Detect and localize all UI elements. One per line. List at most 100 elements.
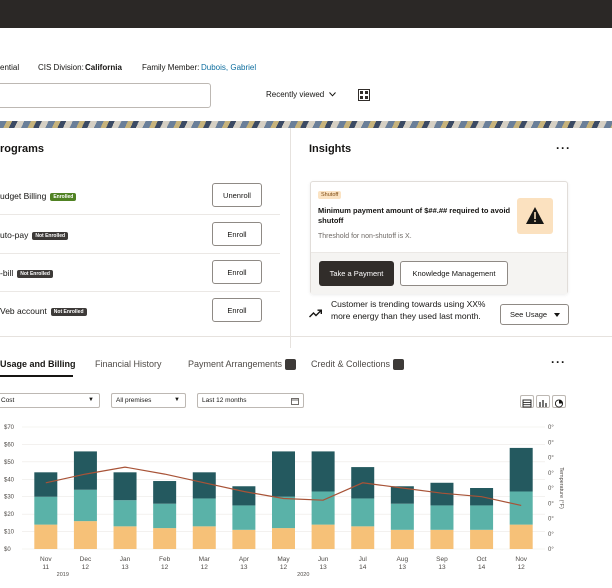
more-options-icon[interactable]: ··· xyxy=(551,355,566,369)
cis-division-value: California xyxy=(85,63,122,72)
tab-label: Payment Arrangements xyxy=(188,359,283,369)
unenroll-button[interactable]: Unenroll xyxy=(212,183,262,207)
x-tick-month: Aug xyxy=(397,556,409,563)
see-usage-label: See Usage xyxy=(510,310,548,319)
metric-select-value: Cost xyxy=(1,397,15,404)
enroll-button[interactable]: Enroll xyxy=(212,222,262,246)
x-tick-month: May xyxy=(277,556,290,563)
y2-tick-label: 0° xyxy=(548,456,554,462)
chart-bar xyxy=(192,472,216,499)
x-tick-month: Dec xyxy=(80,556,92,563)
chart-bar xyxy=(34,496,58,525)
chart-bar xyxy=(390,503,414,530)
status-badge: Enrolled xyxy=(50,192,77,201)
premises-select-value: All premises xyxy=(116,397,152,404)
insights-title: Insights xyxy=(309,143,352,155)
active-tab-indicator xyxy=(0,375,73,377)
chart-bar xyxy=(113,472,137,501)
enroll-button[interactable]: Enroll xyxy=(212,298,262,322)
trend-up-icon xyxy=(309,309,322,318)
program-name: Veb account Not Enrolled xyxy=(0,306,87,316)
x-tick-day: 12 xyxy=(82,564,90,571)
premises-select[interactable]: All premises ▼ xyxy=(111,393,186,408)
program-label: udget Billing xyxy=(0,191,47,201)
cis-division-label: CIS Division: xyxy=(38,63,84,72)
chart-bar xyxy=(73,451,97,490)
tab-usage-billing[interactable]: Usage and Billing xyxy=(0,359,76,369)
status-badge: Not Enrolled xyxy=(32,231,69,240)
chart-bar xyxy=(390,529,414,549)
chart-view-icon[interactable] xyxy=(536,395,550,408)
chart-bar xyxy=(430,529,454,549)
chart-bar xyxy=(153,528,177,549)
x-tick-day: 12 xyxy=(161,564,169,571)
tab-credit-collections[interactable]: Credit & Collections xyxy=(311,359,405,371)
chart-bar xyxy=(470,529,494,549)
family-member-link[interactable]: Dubois, Gabriel xyxy=(201,63,256,72)
chart-bar xyxy=(509,447,533,492)
y-tick-label: $40 xyxy=(4,477,15,483)
more-options-icon[interactable]: ··· xyxy=(556,141,571,155)
enroll-button[interactable]: Enroll xyxy=(212,260,262,284)
y2-axis-label: Temperature (°F) xyxy=(558,467,564,509)
external-icon xyxy=(285,359,297,371)
y2-tick-label: 0° xyxy=(548,532,554,538)
decorative-banner xyxy=(0,121,612,128)
chart-bar xyxy=(311,451,335,492)
insight-actions: Take a Payment Knowledge Management xyxy=(311,252,567,294)
x-tick-day: 14 xyxy=(359,564,367,571)
recently-viewed-dropdown[interactable]: Recently viewed xyxy=(266,90,337,99)
y2-tick-label: 0° xyxy=(548,486,554,492)
program-label: Veb account xyxy=(0,306,47,316)
y-tick-label: $50 xyxy=(4,460,15,466)
search-input[interactable] xyxy=(0,83,211,108)
family-member-label: Family Member: xyxy=(142,63,200,72)
warning-icon xyxy=(517,198,553,234)
take-payment-button[interactable]: Take a Payment xyxy=(319,261,394,286)
x-tick-month: Sep xyxy=(436,556,448,563)
caret-down-icon: ▼ xyxy=(88,397,94,403)
y-tick-label: $70 xyxy=(4,425,15,431)
chart-bar xyxy=(34,472,58,497)
y-tick-label: $30 xyxy=(4,495,15,501)
programs-title: rograms xyxy=(0,143,45,155)
chart-bar xyxy=(272,451,295,497)
tab-financial-history[interactable]: Financial History xyxy=(95,359,162,369)
x-tick-month: Apr xyxy=(239,556,250,563)
period-input[interactable]: Last 12 months xyxy=(197,393,304,408)
x-tick-day: 14 xyxy=(478,564,486,571)
y2-tick-label: 0° xyxy=(548,440,554,446)
chart-bar xyxy=(113,500,137,527)
chart-bar xyxy=(73,489,97,522)
tab-payment-arrangements[interactable]: Payment Arrangements xyxy=(188,359,297,371)
x-tick-month: Feb xyxy=(159,556,171,563)
panel-divider xyxy=(290,128,291,348)
chart-bar xyxy=(113,526,137,549)
chart-bar xyxy=(509,491,533,525)
external-icon xyxy=(393,359,405,371)
insight-card: Shutoff Minimum payment amount of $##.##… xyxy=(310,181,568,294)
metric-select[interactable]: Cost ▼ xyxy=(0,393,100,408)
see-usage-dropdown[interactable]: See Usage xyxy=(500,304,569,325)
x-tick-day: 13 xyxy=(399,564,407,571)
knowledge-management-button[interactable]: Knowledge Management xyxy=(400,261,508,286)
chevron-down-icon xyxy=(329,92,337,97)
chart-bar xyxy=(272,496,295,529)
y-tick-label: $0 xyxy=(4,547,11,553)
x-tick-day: 12 xyxy=(518,564,526,571)
section-divider xyxy=(0,336,612,337)
chart-bar xyxy=(153,503,177,529)
period-value: Last 12 months xyxy=(202,397,247,404)
table-view-icon[interactable] xyxy=(520,395,534,408)
pie-view-icon[interactable] xyxy=(552,395,566,408)
account-info-partial-label: ential xyxy=(0,63,20,72)
chart-bar xyxy=(73,521,97,549)
grid-icon[interactable] xyxy=(358,89,370,101)
status-badge: Not Enrolled xyxy=(50,307,87,316)
y-tick-label: $60 xyxy=(4,442,15,448)
x-tick-day: 13 xyxy=(438,564,446,571)
y2-tick-label: 0° xyxy=(548,501,554,507)
x-tick-month: Nov xyxy=(40,556,52,563)
chart-bar xyxy=(272,528,295,549)
x-tick-day: 13 xyxy=(240,564,248,571)
